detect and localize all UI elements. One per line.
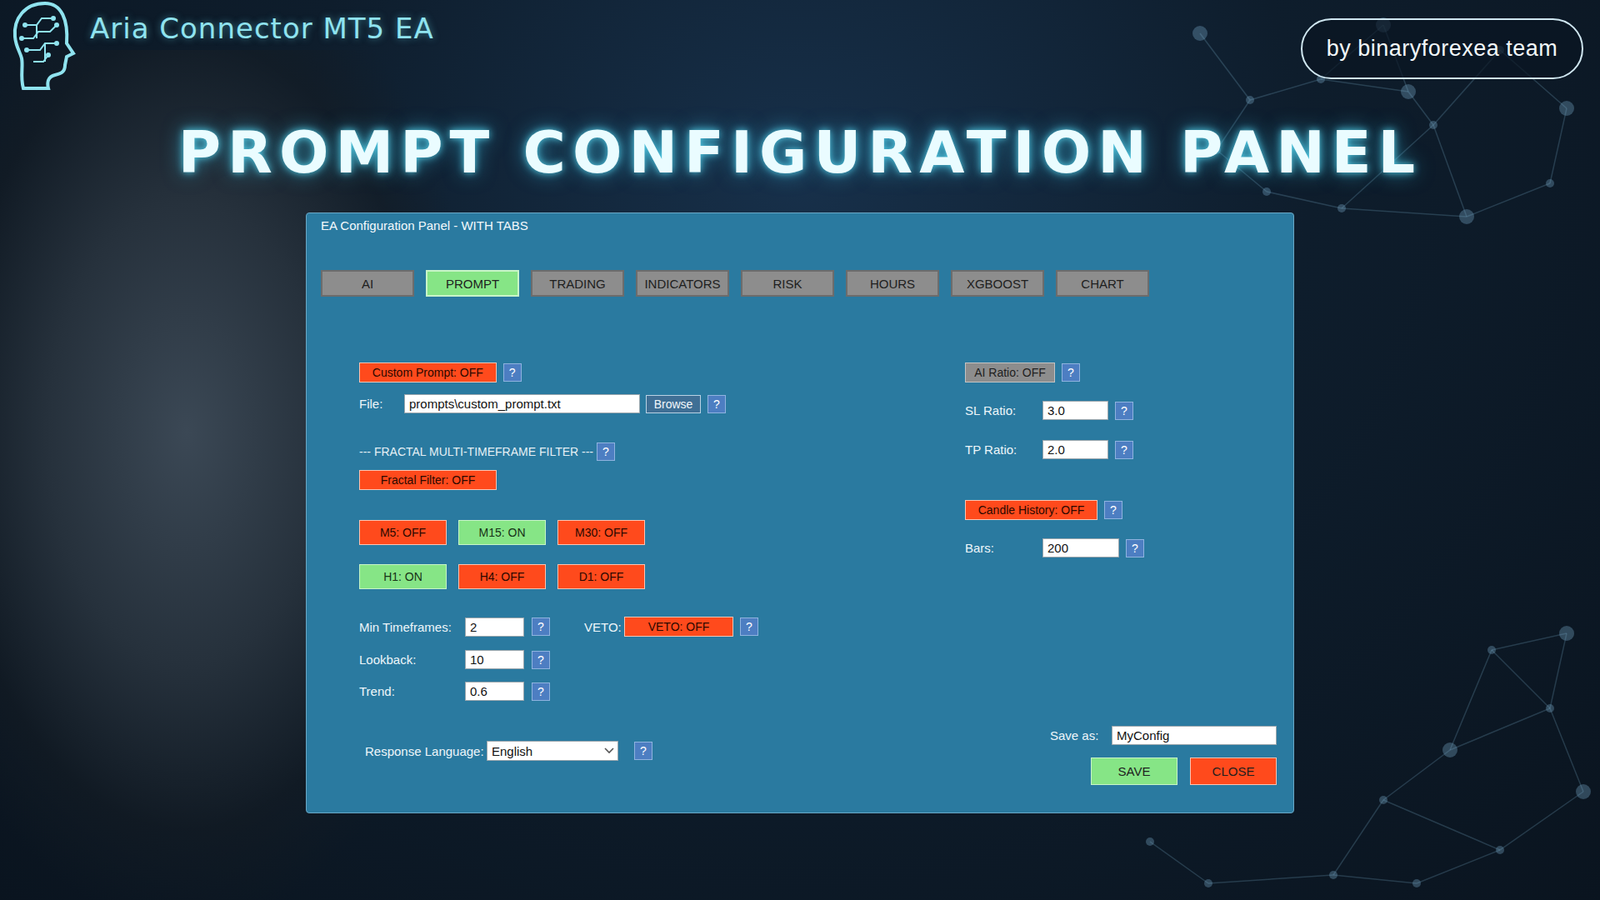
tab[interactable]: CHART	[1055, 270, 1150, 297]
tab[interactable]: HOURS	[845, 270, 940, 297]
section-label: --- FRACTAL MULTI-TIMEFRAME FILTER ---	[359, 445, 594, 459]
file-actions: Browse?	[645, 395, 726, 414]
browse-button[interactable]: Browse	[645, 395, 701, 414]
ai-ratio-row: AI Ratio: OFF?	[965, 362, 1277, 383]
chevron-down-icon	[604, 747, 615, 755]
trend-row: Trend:?	[359, 681, 965, 701]
file-input[interactable]	[404, 394, 640, 414]
right-column: AI Ratio: OFF?SL Ratio:?TP Ratio:?Candle…	[965, 362, 1277, 785]
headline: PROMPT CONFIGURATION PANEL	[178, 117, 1422, 188]
text-input[interactable]	[465, 681, 525, 701]
tab[interactable]: RISK	[740, 270, 835, 297]
left-column: Custom Prompt: OFF?File:Browse?--- FRACT…	[359, 362, 965, 785]
candle-history-row: Candle History: OFF?	[965, 500, 1277, 520]
help-button[interactable]: ?	[707, 395, 726, 414]
timeframe-toggle[interactable]: M30: OFF	[557, 520, 645, 545]
help-button[interactable]: ?	[1115, 440, 1134, 460]
brand-title: Aria Connector MT5 EA	[90, 0, 435, 45]
timeframe-toggle[interactable]: H1: ON	[359, 564, 447, 590]
file-row: File: Browse?	[359, 394, 965, 414]
min-timeframes-row: Min Timeframes:? VETO:VETO: OFF?	[359, 616, 965, 637]
close-button[interactable]: CLOSE	[1190, 757, 1277, 785]
page: Aria Connector MT5 EA by binaryforexea te…	[0, 0, 1600, 900]
tab[interactable]: XGBOOST	[950, 270, 1045, 297]
panel-title: EA Configuration Panel - WITH TABS	[320, 218, 1277, 234]
help-button[interactable]: ?	[1125, 539, 1145, 558]
panel-body: Custom Prompt: OFF?File:Browse?--- FRACT…	[320, 362, 1277, 785]
tab[interactable]: PROMPT	[425, 270, 520, 297]
save-as-row: Save as:	[1050, 725, 1277, 745]
timeframe-toggle[interactable]: M15: ON	[458, 520, 546, 545]
bars-row: Bars:?	[965, 538, 1277, 558]
brain-head-logo-icon	[8, 0, 80, 94]
tab[interactable]: TRADING	[530, 270, 625, 297]
language-select[interactable]: English	[486, 740, 619, 761]
fractal-filter-row: Fractal Filter: OFF	[359, 470, 965, 490]
field-label: Save as:	[1050, 728, 1102, 743]
tp-ratio-row: TP Ratio:?	[965, 440, 1277, 460]
author-badge: by binaryforexea team	[1300, 18, 1584, 80]
save-footer: Save as: SAVE CLOSE	[1050, 725, 1277, 785]
veto-toggle[interactable]: VETO: OFF	[624, 616, 734, 637]
candle-history-toggle[interactable]: Candle History: OFF	[965, 500, 1098, 520]
field-label: SL Ratio:	[965, 403, 1043, 418]
timeframe-toggle[interactable]: D1: OFF	[557, 564, 645, 590]
field-label: Trend:	[359, 684, 465, 699]
timeframe-grid: M5: OFF M15: ON M30: OFF H1: ON H4: OFF D1: O…	[359, 520, 965, 590]
sl-ratio-row: SL Ratio:?	[965, 400, 1277, 420]
timeframe-toggle[interactable]: M5: OFF	[359, 520, 447, 545]
field-label: VETO:	[584, 620, 625, 635]
fractal-filter-toggle[interactable]: Fractal Filter: OFF	[359, 470, 497, 490]
tab-bar: AI PROMPT TRADING INDICATORS RISK HOURS XGBOOS…	[320, 270, 1277, 297]
language-row: Response Language:English?	[359, 740, 965, 761]
help-button[interactable]: ?	[1061, 363, 1080, 382]
custom-prompt-row: Custom Prompt: OFF?	[359, 362, 965, 383]
help-button[interactable]: ?	[531, 682, 550, 701]
field-label: File:	[359, 396, 405, 411]
text-input[interactable]	[465, 650, 525, 670]
help-button[interactable]: ?	[634, 741, 653, 760]
content: Aria Connector MT5 EA by binaryforexea te…	[0, 0, 1600, 814]
text-input[interactable]	[1042, 400, 1109, 420]
header: Aria Connector MT5 EA by binaryforexea te…	[0, 0, 1600, 96]
save-button[interactable]: SAVE	[1090, 757, 1178, 785]
field-label: Lookback:	[359, 652, 465, 667]
help-button[interactable]: ?	[531, 617, 550, 636]
action-buttons: SAVE CLOSE	[1090, 757, 1277, 785]
save-name-input[interactable]	[1111, 725, 1277, 745]
custom-prompt-toggle[interactable]: Custom Prompt: OFF	[359, 362, 497, 383]
tab[interactable]: INDICATORS	[635, 270, 730, 297]
field-label: TP Ratio:	[965, 442, 1043, 457]
tab[interactable]: AI	[320, 270, 415, 297]
help-button[interactable]: ?	[1115, 401, 1134, 420]
help-button[interactable]: ?	[740, 617, 759, 636]
text-input[interactable]	[1042, 538, 1120, 558]
field-label: Bars:	[965, 540, 1043, 555]
help-button[interactable]: ?	[1104, 500, 1123, 520]
config-panel: EA Configuration Panel - WITH TABS AI PROM…	[305, 212, 1295, 814]
ai-ratio-toggle[interactable]: AI Ratio: OFF	[965, 362, 1055, 383]
help-button[interactable]: ?	[596, 442, 615, 461]
help-button[interactable]: ?	[503, 363, 522, 382]
field-label: Min Timeframes:	[359, 620, 465, 635]
field-label: Response Language:	[365, 744, 487, 759]
brand: Aria Connector MT5 EA	[8, 0, 435, 94]
text-input[interactable]	[1042, 440, 1109, 460]
help-button[interactable]: ?	[531, 650, 550, 670]
text-input[interactable]	[465, 617, 525, 637]
fractal-section: --- FRACTAL MULTI-TIMEFRAME FILTER ---?	[359, 442, 965, 461]
lookback-row: Lookback:?	[359, 650, 965, 670]
timeframe-toggle[interactable]: H4: OFF	[458, 564, 546, 590]
